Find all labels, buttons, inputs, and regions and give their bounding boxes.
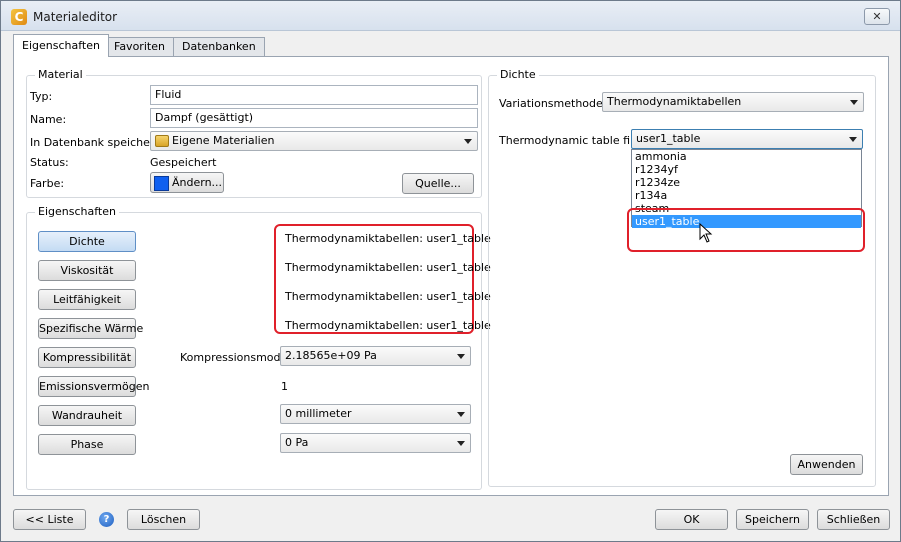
chevron-down-icon bbox=[464, 139, 472, 144]
database-folder-icon bbox=[155, 135, 169, 147]
compression-modulus-combo[interactable]: 2.18565e+09 Pa bbox=[280, 346, 471, 366]
help-icon[interactable]: ? bbox=[99, 512, 114, 527]
properties-group-title: Eigenschaften bbox=[35, 205, 119, 218]
save-db-combo[interactable]: Eigene Materialien bbox=[150, 131, 478, 151]
specific-heat-button[interactable]: Spezifische Wärme bbox=[38, 318, 143, 339]
color-label: Farbe: bbox=[30, 177, 65, 190]
title-bar: C Materialeditor ✕ bbox=[1, 1, 900, 31]
save-button[interactable]: Speichern bbox=[736, 509, 809, 530]
color-swatch bbox=[154, 175, 169, 191]
mouse-cursor-icon bbox=[699, 223, 713, 243]
apply-button[interactable]: Anwenden bbox=[790, 454, 863, 475]
type-label: Typ: bbox=[30, 90, 53, 103]
emissivity-value: 1 bbox=[281, 380, 288, 393]
status-value: Gespeichert bbox=[150, 156, 217, 169]
density-value: Thermodynamiktabellen: user1_table bbox=[285, 232, 491, 245]
material-editor-window: C Materialeditor ✕ Eigenschaften Favorit… bbox=[0, 0, 901, 542]
dropdown-option-r1234yf[interactable]: r1234yf bbox=[632, 163, 861, 176]
status-label: Status: bbox=[30, 156, 69, 169]
chevron-down-icon bbox=[457, 354, 465, 359]
density-button[interactable]: Dichte bbox=[38, 231, 136, 252]
back-to-list-button[interactable]: << Liste bbox=[13, 509, 86, 530]
dropdown-option-r134a[interactable]: r134a bbox=[632, 189, 861, 202]
table-file-label: Thermodynamic table file: bbox=[499, 134, 644, 147]
highlight-box-selection bbox=[627, 208, 865, 252]
wall-roughness-button[interactable]: Wandrauheit bbox=[38, 405, 136, 426]
close-button[interactable]: Schließen bbox=[817, 509, 890, 530]
dropdown-option-r1234ze[interactable]: r1234ze bbox=[632, 176, 861, 189]
material-group-title: Material bbox=[35, 68, 86, 81]
save-db-label: In Datenbank speichern: bbox=[30, 136, 165, 149]
name-label: Name: bbox=[30, 113, 67, 126]
chevron-down-icon bbox=[457, 412, 465, 417]
dropdown-option-ammonia[interactable]: ammonia bbox=[632, 150, 861, 163]
tab-datenbanken[interactable]: Datenbanken bbox=[173, 37, 265, 56]
tab-eigenschaften[interactable]: Eigenschaften bbox=[13, 34, 109, 57]
source-button[interactable]: Quelle... bbox=[402, 173, 474, 194]
compression-modulus-label: Kompressionsmodul bbox=[180, 351, 291, 364]
viscosity-value: Thermodynamiktabellen: user1_table bbox=[285, 261, 491, 274]
change-color-button[interactable]: Ändern... bbox=[150, 172, 224, 193]
window-title: Materialeditor bbox=[33, 10, 118, 24]
chevron-down-icon bbox=[849, 137, 857, 142]
tab-panel: Material Typ: Fluid Name: Dampf (gesätti… bbox=[13, 56, 889, 496]
viscosity-button[interactable]: Viskosität bbox=[38, 260, 136, 281]
app-logo-icon: C bbox=[11, 9, 27, 25]
conductivity-value: Thermodynamiktabellen: user1_table bbox=[285, 290, 491, 303]
specific-heat-value: Thermodynamiktabellen: user1_table bbox=[285, 319, 491, 332]
window-close-button[interactable]: ✕ bbox=[864, 8, 890, 25]
roughness-combo[interactable]: 0 millimeter bbox=[280, 404, 471, 424]
name-field[interactable]: Dampf (gesättigt) bbox=[150, 108, 478, 128]
density-group-title: Dichte bbox=[497, 68, 539, 81]
compressibility-button[interactable]: Kompressibilität bbox=[38, 347, 136, 368]
emissivity-button[interactable]: Emissionsvermögen bbox=[38, 376, 149, 397]
table-file-combo[interactable]: user1_table bbox=[631, 129, 863, 149]
phase-button[interactable]: Phase bbox=[38, 434, 136, 455]
variation-method-combo[interactable]: Thermodynamiktabellen bbox=[602, 92, 864, 112]
ok-button[interactable]: OK bbox=[655, 509, 728, 530]
tab-favoriten[interactable]: Favoriten bbox=[105, 37, 174, 56]
save-db-value: Eigene Materialien bbox=[172, 134, 275, 147]
variation-method-label: Variationsmethode: bbox=[499, 97, 607, 110]
conductivity-button[interactable]: Leitfähigkeit bbox=[38, 289, 136, 310]
phase-combo[interactable]: 0 Pa bbox=[280, 433, 471, 453]
chevron-down-icon bbox=[850, 100, 858, 105]
type-field[interactable]: Fluid bbox=[150, 85, 478, 105]
delete-button[interactable]: Löschen bbox=[127, 509, 200, 530]
chevron-down-icon bbox=[457, 441, 465, 446]
